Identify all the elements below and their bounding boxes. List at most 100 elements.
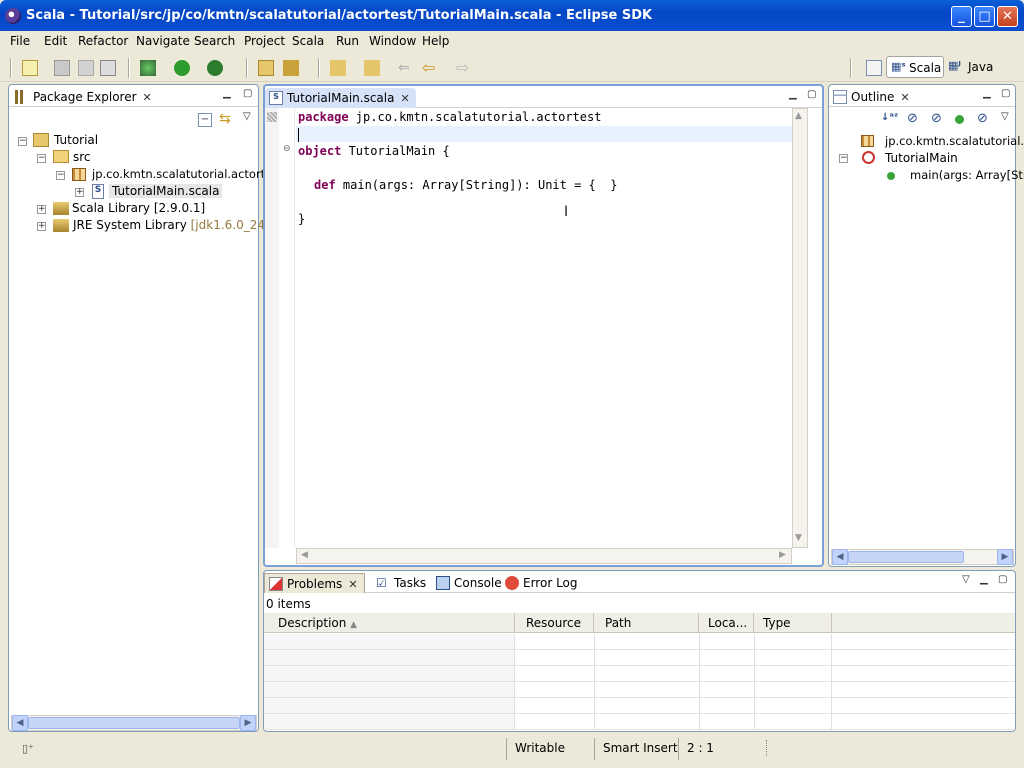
maximize-view-icon[interactable]: ▢ [807, 89, 816, 100]
next-annotation-icon[interactable] [330, 60, 346, 76]
fast-view-icon[interactable]: ▯⁺ [22, 742, 34, 755]
column-resource[interactable]: Resource [516, 613, 594, 633]
collapse-toggle[interactable]: − [37, 154, 46, 163]
column-type[interactable]: Type [755, 613, 832, 633]
scroll-thumb[interactable] [848, 551, 964, 563]
debug-icon[interactable] [140, 60, 156, 76]
column-path[interactable]: Path [595, 613, 699, 633]
close-tab-icon[interactable]: ✕ [348, 578, 357, 591]
perspective-scala[interactable]: ▦ˢ Scala [886, 56, 944, 78]
hide-nonpublic-icon[interactable] [955, 115, 964, 124]
maximize-button[interactable]: □ [974, 6, 995, 27]
tab-tasks[interactable]: ☑ Tasks [372, 573, 432, 593]
menu-help[interactable]: Help [422, 34, 449, 48]
close-button[interactable]: ✕ [997, 6, 1018, 27]
scroll-left-button[interactable]: ◀ [12, 715, 28, 731]
search-tool-icon[interactable] [283, 60, 299, 76]
outline-item-object[interactable]: TutorialMain [885, 151, 958, 165]
perspective-java[interactable]: ▦ᴶ Java [948, 56, 998, 78]
tab-problems[interactable]: Problems ✕ [264, 573, 365, 593]
tab-error-log[interactable]: Error Log [501, 573, 584, 593]
menu-edit[interactable]: Edit [44, 34, 67, 48]
maximize-view-icon[interactable]: ▢ [1001, 88, 1010, 99]
scroll-right-button[interactable]: ▶ [240, 715, 256, 731]
tree-item-project[interactable]: Tutorial [54, 133, 98, 147]
minimize-view-icon[interactable]: ▁ [980, 574, 988, 585]
package-explorer-hscrollbar[interactable]: ◀ ▶ [11, 715, 257, 731]
outline-hscrollbar[interactable]: ◀ ▶ [831, 549, 1014, 565]
menu-file[interactable]: File [10, 34, 30, 48]
collapse-all-icon[interactable]: − [198, 113, 212, 127]
minimize-view-icon[interactable]: ▁ [789, 89, 797, 100]
run-icon[interactable] [174, 60, 190, 76]
hide-fields-icon[interactable]: ⊘ [907, 111, 918, 126]
close-tab-icon[interactable]: ✕ [900, 91, 909, 104]
view-menu-icon[interactable]: ▽ [243, 111, 251, 122]
menu-refactor[interactable]: Refactor [78, 34, 128, 48]
code-line-1[interactable]: package jp.co.kmtn.scalatutorial.actorte… [298, 110, 601, 124]
hide-local-types-icon[interactable]: ⊘ [977, 111, 988, 126]
column-description[interactable]: Description ▲ [264, 613, 515, 633]
menu-search[interactable]: Search [194, 34, 235, 48]
minimize-button[interactable]: _ [951, 6, 972, 27]
maximize-view-icon[interactable]: ▢ [243, 88, 252, 99]
scroll-left-icon[interactable]: ◀ [301, 550, 308, 560]
forward-icon[interactable]: ⇨ [456, 60, 472, 76]
menu-window[interactable]: Window [369, 34, 416, 48]
code-line-5[interactable]: def main(args: Array[String]): Unit = { … [314, 178, 617, 192]
collapse-toggle[interactable]: − [839, 154, 848, 163]
scroll-left-button[interactable]: ◀ [832, 549, 848, 565]
column-location[interactable]: Loca... [700, 613, 754, 633]
close-tab-icon[interactable]: ✕ [400, 92, 409, 105]
editor-hscrollbar[interactable]: ◀ ▶ [296, 548, 792, 564]
save-all-icon[interactable] [78, 60, 94, 76]
tree-item-scala-library[interactable]: Scala Library [2.9.0.1] [72, 201, 205, 215]
tab-tutorialmain[interactable]: S TutorialMain.scala ✕ [265, 88, 416, 108]
scroll-up-icon[interactable]: ▲ [795, 111, 802, 121]
scroll-right-icon[interactable]: ▶ [779, 550, 786, 560]
collapse-toggle[interactable]: − [56, 171, 65, 180]
outline-item-method[interactable]: main(args: Array[Str [910, 168, 1024, 182]
tree-item-src[interactable]: src [73, 150, 91, 164]
hide-static-icon[interactable]: ⊘ [931, 111, 942, 126]
new-icon[interactable] [22, 60, 38, 76]
minimize-view-icon[interactable]: ▁ [983, 88, 991, 99]
code-line-7[interactable]: } [298, 212, 305, 226]
view-menu-icon[interactable]: ▽ [962, 574, 970, 585]
tab-package-explorer[interactable]: Package Explorer ✕ [11, 87, 158, 107]
tab-outline[interactable]: Outline ✕ [829, 87, 916, 107]
save-icon[interactable] [54, 60, 70, 76]
scroll-right-button[interactable]: ▶ [997, 549, 1013, 565]
tree-item-file[interactable]: TutorialMain.scala [109, 184, 223, 198]
code-line-3[interactable]: object TutorialMain { [298, 144, 450, 158]
open-type-icon[interactable] [258, 60, 274, 76]
close-tab-icon[interactable]: ✕ [143, 91, 152, 104]
view-menu-icon[interactable]: ▽ [1001, 111, 1009, 122]
scroll-down-icon[interactable]: ▼ [795, 533, 802, 543]
sort-icon[interactable]: ↓ᵃᶻ [881, 112, 898, 123]
tree-item-jre-library[interactable]: JRE System Library [jdk1.6.0_24] [73, 218, 270, 232]
menu-scala[interactable]: Scala [292, 34, 324, 48]
minimize-view-icon[interactable]: ▁ [223, 88, 231, 99]
previous-annotation-icon[interactable] [364, 60, 380, 76]
open-perspective-icon[interactable] [866, 60, 882, 76]
last-edit-icon[interactable]: ⇐ [398, 60, 414, 76]
back-icon[interactable]: ⇦ [422, 60, 438, 76]
scroll-thumb[interactable] [28, 717, 240, 729]
menu-project[interactable]: Project [244, 34, 285, 48]
expand-toggle[interactable]: + [37, 222, 46, 231]
print-icon[interactable] [100, 60, 116, 76]
collapse-toggle[interactable]: − [18, 137, 27, 146]
menu-run[interactable]: Run [336, 34, 359, 48]
outline-item-package[interactable]: jp.co.kmtn.scalatutorial.ac [885, 134, 1024, 148]
maximize-view-icon[interactable]: ▢ [998, 574, 1007, 585]
expand-toggle[interactable]: + [37, 205, 46, 214]
fold-icon[interactable]: ⊖ [283, 144, 291, 154]
editor-vscrollbar[interactable]: ▲ ▼ [792, 108, 808, 548]
menu-navigate[interactable]: Navigate [136, 34, 190, 48]
expand-toggle[interactable]: + [75, 188, 84, 197]
tab-console[interactable]: Console [432, 573, 508, 593]
tree-item-package[interactable]: jp.co.kmtn.scalatutorial.actortest [92, 167, 283, 181]
window-titlebar[interactable]: Scala - Tutorial/src/jp/co/kmtn/scalatut… [0, 0, 1024, 31]
external-tools-icon[interactable] [207, 60, 223, 76]
